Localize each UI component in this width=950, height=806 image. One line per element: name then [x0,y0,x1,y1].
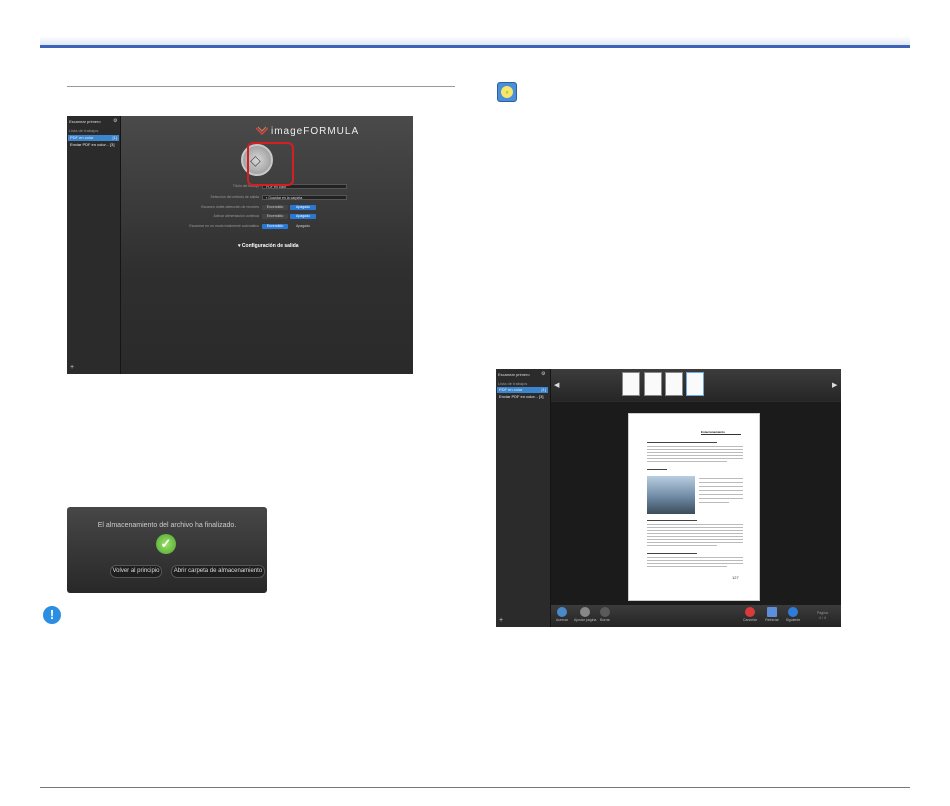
check-icon: ✓ [156,534,176,554]
text-line [647,524,743,525]
save-complete-dialog: El almacenamiento del archivo ha finaliz… [67,507,267,593]
trash-icon [600,607,610,617]
zoom-in-button[interactable]: Acercar [551,607,573,622]
text-line [699,498,743,499]
page-number: 127 [732,575,739,580]
sidebar-job-item[interactable]: PDF en color [1] [68,135,119,141]
text-line [647,461,727,462]
reset-button[interactable]: Reiniciar [761,607,783,622]
sidebar-title: Escanear primero [498,372,530,377]
toggle-off-button[interactable]: Apagado [290,224,316,229]
back-to-start-button[interactable]: Volver al principio [110,565,162,578]
text-line [647,446,743,447]
output-config-link[interactable]: ▾ Configuración de salida [238,243,299,249]
text-line [647,545,717,546]
text-line [647,563,743,564]
close-icon [745,607,755,617]
page-thumbnail[interactable] [665,372,683,396]
page-thumbnail[interactable] [686,372,704,396]
text-line [647,530,743,531]
viewer-main-panel: ◀ ▶ Estacionamiento 127 Acercar Ajustar … [551,369,841,627]
job-sidebar: Escanear primero ⚙ Lista de trabajos PDF… [496,369,551,627]
thumbnail-strip: ◀ ▶ [551,369,841,401]
chevron-right-icon[interactable]: ▶ [832,381,837,389]
job-sidebar: Escanear primero ⚙ Lista de trabajos PDF… [67,116,121,374]
section-rule [67,86,455,87]
add-job-icon[interactable]: + [70,364,74,371]
gear-icon[interactable]: ⚙ [541,371,545,377]
sidebar-group-label: Lista de trabajos [498,381,528,386]
document-icon [767,607,777,617]
brand-logo: imageFORMULA [271,126,360,137]
text-line [647,553,697,554]
add-job-icon[interactable]: + [499,617,503,624]
footer-rule [40,787,910,788]
output-method-select[interactable]: ▪ Guardar en la carpeta [262,195,347,200]
fit-icon [580,607,590,617]
text-line [699,494,743,495]
text-line [699,486,743,487]
text-line [647,520,697,521]
sidebar-title: Escanear primero [69,119,101,124]
lightbulb-icon: ◦ [501,86,513,98]
text-line [647,542,743,543]
toggle-label: Activar alimentación continua [213,214,259,218]
delete-button[interactable]: Borrar [594,607,616,622]
toggle-off-button[interactable]: Apagado [290,205,316,210]
viewer-toolbar: Acercar Ajustar página Borrar Cancelar R… [551,605,841,627]
field-label: Título del trabajo [232,184,259,188]
text-line [647,458,743,459]
cancel-button[interactable]: Cancelar [739,607,761,622]
page-thumbnail[interactable] [644,372,662,396]
gear-icon[interactable]: ⚙ [113,118,117,124]
sidebar-job-item[interactable]: Enviar PDF en color... [3] [68,142,119,148]
important-icon: ! [43,606,61,624]
viewer-screen-figure: Escanear primero ⚙ Lista de trabajos PDF… [496,369,841,627]
scanned-page: Estacionamiento 127 [628,413,760,601]
chevron-left-icon[interactable]: ◀ [554,381,559,389]
text-line [647,452,743,453]
dialog-message: El almacenamiento del archivo ha finaliz… [97,522,237,529]
zoom-icon [557,607,567,617]
open-folder-button[interactable]: Abrir carpeta de almacenamiento [171,565,265,578]
toggle-on-button[interactable]: Encendido [262,205,288,210]
toggle-on-button[interactable]: Encendido [262,224,288,229]
text-line [647,560,743,561]
text-line [647,533,743,534]
sidebar-job-item[interactable]: Enviar PDF en color... [3] [497,394,548,400]
text-line [647,449,743,450]
text-line [699,502,729,503]
toggle-label: Escaneo doble-detección de recortes [201,205,259,209]
text-line [699,490,743,491]
highlight-frame [247,142,294,186]
text-line [699,478,743,479]
page-thumbnail[interactable] [622,372,640,396]
toggle-off-button[interactable]: Apagado [290,214,316,219]
header-glow [40,36,910,45]
text-line [647,566,727,567]
text-line [647,527,743,528]
sidebar-group-label: Lista de trabajos [69,128,99,133]
fit-page-button[interactable]: Ajustar página [574,607,596,622]
toggle-label: Escanear en un modo totalmente automátic… [189,224,259,228]
text-line [647,536,743,537]
hint-icon: ◦ [497,82,517,102]
field-label: Selección del método de salida [210,195,259,199]
text-line [647,442,717,443]
text-line [647,539,743,540]
header-rule [40,45,910,48]
text-line [647,469,667,470]
page-indicator: Página 4 / 4 [817,611,828,620]
page-viewer[interactable]: Estacionamiento 127 [551,402,841,605]
next-button[interactable]: Siguiente [782,607,804,622]
text-line [699,482,743,483]
arrow-right-icon [788,607,798,617]
sidebar-job-item[interactable]: PDF en color [1] [497,387,548,393]
page-photo [647,476,695,514]
text-line [647,557,743,558]
text-line [647,455,743,456]
brand-logo-icon [256,126,268,136]
toggle-on-button[interactable]: Encendido [262,214,288,219]
text-line [701,434,741,435]
